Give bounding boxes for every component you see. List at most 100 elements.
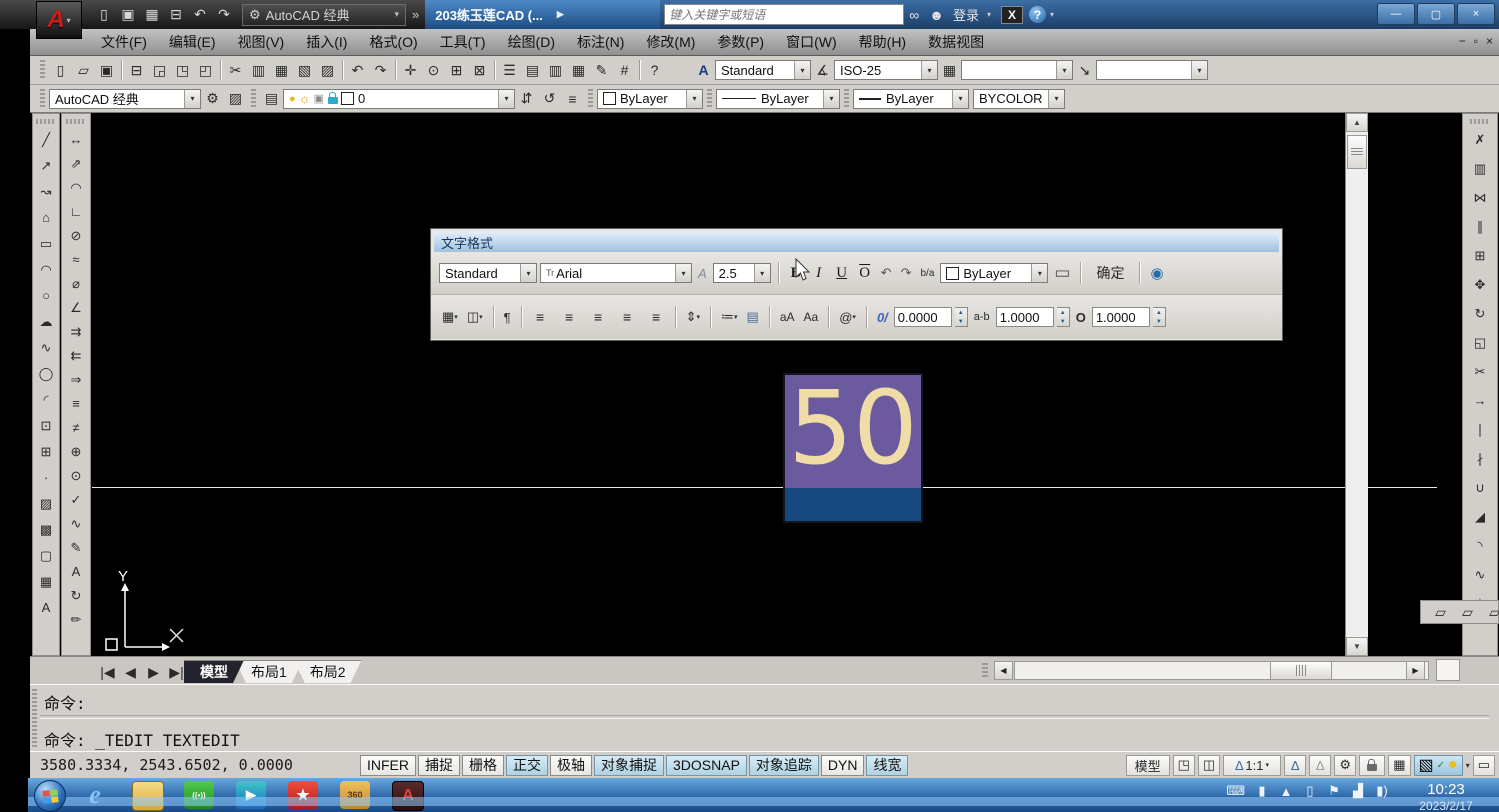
- scroll-up-button[interactable]: ▲: [1346, 113, 1368, 132]
- menu-modify[interactable]: 修改(M): [635, 29, 706, 55]
- tolerance-icon[interactable]: ⊕: [64, 440, 88, 463]
- performance-icon[interactable]: ▧: [1419, 755, 1434, 775]
- isolate-objects-bulb-icon[interactable]: ●: [1448, 756, 1458, 774]
- width-factor-spinner[interactable]: ▲▼: [1153, 307, 1166, 327]
- align-left-icon[interactable]: ≡: [529, 306, 552, 328]
- markup-icon[interactable]: ✎: [590, 59, 613, 81]
- erase-icon[interactable]: ✗: [1468, 128, 1492, 151]
- dialog-title[interactable]: 文字格式: [434, 232, 1279, 252]
- undo-icon[interactable]: ↶: [188, 4, 212, 26]
- search-icon[interactable]: ∞: [909, 7, 919, 23]
- toolbar-grip[interactable]: [588, 89, 593, 109]
- toggle-polar[interactable]: 极轴: [550, 755, 592, 776]
- symbol-button[interactable]: @▾: [836, 306, 859, 328]
- dialog-font-dropdown[interactable]: Tr Arial▾: [540, 263, 692, 283]
- fillet-icon[interactable]: ◝: [1468, 534, 1492, 557]
- align-right-icon[interactable]: ≡: [587, 306, 610, 328]
- multiline-text-icon[interactable]: A: [34, 596, 58, 619]
- designcenter-icon[interactable]: ▤: [521, 59, 544, 81]
- dim-style-icon[interactable]: ∡: [811, 59, 834, 81]
- keyboard-icon[interactable]: ⌨: [1226, 783, 1245, 799]
- sign-in-button[interactable]: 登录: [953, 5, 979, 24]
- continue-icon[interactable]: ⇒: [64, 368, 88, 391]
- tracking-spinner[interactable]: ▲▼: [1057, 307, 1070, 327]
- search-input[interactable]: [664, 4, 904, 25]
- scrollbar-splitter[interactable]: [982, 663, 988, 679]
- toolbar-grip[interactable]: [40, 89, 45, 109]
- oblique-spinner[interactable]: ▲▼: [955, 307, 968, 327]
- menu-tools[interactable]: 工具(T): [429, 29, 497, 55]
- polygon-icon[interactable]: ⌂: [34, 206, 58, 229]
- save-as-icon[interactable]: ▦: [140, 4, 164, 26]
- annotation-scale-dropdown[interactable]: ∆ 1:1 ▾: [1223, 755, 1281, 776]
- menu-edit[interactable]: 编辑(E): [158, 29, 227, 55]
- cut-icon[interactable]: ✂: [224, 59, 247, 81]
- drawing-line[interactable]: [92, 487, 1437, 488]
- layer-lock-icon[interactable]: [328, 97, 338, 104]
- ok-button[interactable]: 确定: [1088, 262, 1132, 284]
- trim-icon[interactable]: ✂: [1468, 360, 1492, 383]
- table-icon[interactable]: ▦: [34, 570, 58, 593]
- linear-dimension-icon[interactable]: ↔: [64, 128, 88, 151]
- uppercase-button[interactable]: aA: [777, 306, 798, 328]
- ellipse-icon[interactable]: ◯: [34, 362, 58, 385]
- circle-icon[interactable]: ○: [34, 284, 58, 307]
- layer-previous-icon[interactable]: ↺: [538, 88, 561, 110]
- tab-next-button[interactable]: ▶: [142, 661, 165, 683]
- chevron-down-icon[interactable]: ▾: [1050, 10, 1054, 19]
- spline-icon[interactable]: ∿: [34, 336, 58, 359]
- menu-format[interactable]: 格式(O): [358, 29, 428, 55]
- break-icon[interactable]: ∤: [1468, 447, 1492, 470]
- 3d-dwf-icon[interactable]: ◰: [194, 59, 217, 81]
- table-style-dropdown[interactable]: ▾: [961, 60, 1073, 80]
- scale-icon[interactable]: ◱: [1468, 331, 1492, 354]
- layer-dropdown[interactable]: ● ☼ ▣ 0 ▾: [283, 89, 515, 109]
- stack-button[interactable]: b/a: [917, 262, 937, 284]
- taskbar-clock[interactable]: 10:23 2023/2/17: [1407, 781, 1485, 812]
- show-hidden-icons[interactable]: ▲: [1279, 784, 1293, 799]
- toolbar-grip[interactable]: [251, 89, 256, 109]
- chevron-down-icon[interactable]: ▾: [987, 10, 991, 19]
- user-icon[interactable]: ☻: [929, 7, 944, 23]
- dimension-text-edit-icon[interactable]: A: [64, 560, 88, 583]
- columns-button[interactable]: ▦▾: [439, 306, 461, 328]
- make-object-layer-current-icon[interactable]: ⇵: [515, 88, 538, 110]
- usb-icon[interactable]: ▮: [1255, 783, 1269, 799]
- dimension-break-icon[interactable]: ≠: [64, 416, 88, 439]
- tab-model[interactable]: 模型: [184, 660, 244, 683]
- break-at-point-icon[interactable]: ∣: [1468, 418, 1492, 441]
- autoscale-icon[interactable]: ∆: [1309, 755, 1331, 776]
- save-icon[interactable]: ▣: [95, 59, 118, 81]
- ordinate-icon[interactable]: ∟: [64, 200, 88, 223]
- oblique-angle-field[interactable]: [894, 307, 952, 327]
- tab-prev-button[interactable]: ◀: [119, 661, 142, 683]
- restore-button[interactable]: ▢: [1417, 3, 1455, 25]
- jogged-linear-icon[interactable]: ∿: [64, 512, 88, 535]
- start-button[interactable]: [34, 780, 66, 812]
- move-icon[interactable]: ✥: [1468, 273, 1492, 296]
- make-block-icon[interactable]: ⊞: [34, 440, 58, 463]
- new-icon[interactable]: ▯: [49, 59, 72, 81]
- dialog-style-dropdown[interactable]: Standard▾: [439, 263, 537, 283]
- redo-icon[interactable]: ↷: [212, 4, 236, 26]
- toolbar-grip[interactable]: [844, 89, 849, 109]
- menu-draw[interactable]: 绘图(D): [497, 29, 566, 55]
- numbering-button[interactable]: ≔▾: [718, 306, 741, 328]
- toggle-otrack[interactable]: 对象追踪: [749, 755, 819, 776]
- insert-field-button[interactable]: ▤: [744, 306, 762, 328]
- mirror-icon[interactable]: ⋈: [1468, 186, 1492, 209]
- ungroup-icon[interactable]: ▱: [1456, 601, 1479, 623]
- menu-window[interactable]: 窗口(W): [775, 29, 848, 55]
- align-center-icon[interactable]: ≡: [558, 306, 581, 328]
- model-space-canvas[interactable]: 50 Y: [92, 113, 1437, 656]
- aligned-dimension-icon[interactable]: ⇗: [64, 152, 88, 175]
- polyline-icon[interactable]: ↝: [34, 180, 58, 203]
- dimension-style-icon[interactable]: ✏: [64, 608, 88, 631]
- color-dropdown[interactable]: ByLayer▾: [597, 89, 703, 109]
- menu-help[interactable]: 帮助(H): [848, 29, 917, 55]
- offset-icon[interactable]: ∥: [1468, 215, 1492, 238]
- toolbar-overflow-chevron[interactable]: »: [412, 7, 419, 22]
- region-icon[interactable]: ▢: [34, 544, 58, 567]
- volume-icon[interactable]: ▮): [1375, 783, 1389, 799]
- paragraph-button[interactable]: ¶: [501, 306, 514, 328]
